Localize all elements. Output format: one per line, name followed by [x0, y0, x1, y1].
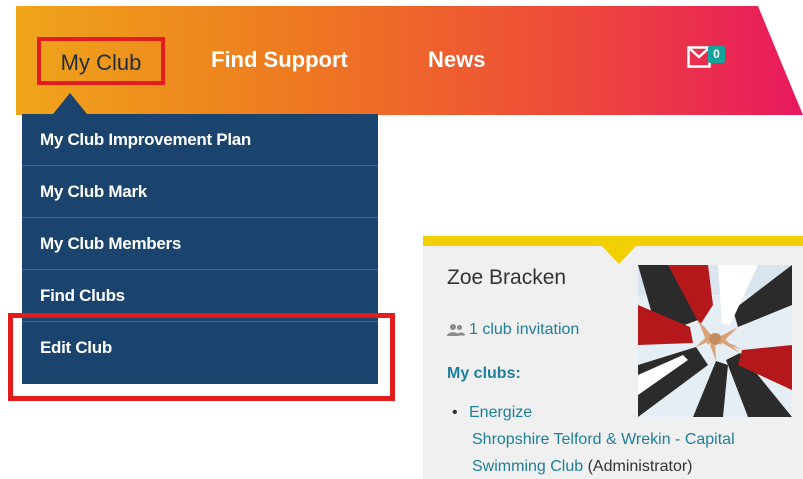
menu-item-club-mark[interactable]: My Club Mark	[22, 166, 378, 218]
club-role: (Administrator)	[587, 458, 693, 475]
nav-find-support[interactable]: Find Support	[211, 36, 348, 84]
profile-name: Zoe Bracken	[447, 266, 567, 289]
users-icon	[447, 324, 465, 336]
club-link-line2[interactable]: Shropshire Telford & Wrekin - Capital	[472, 426, 735, 453]
list-bullet: •	[452, 404, 458, 421]
nav-my-club[interactable]: My Club	[37, 37, 165, 85]
my-clubs-heading: My clubs:	[447, 365, 521, 382]
menu-item-club-members[interactable]: My Club Members	[22, 218, 378, 270]
club-invitation-label: 1 club invitation	[469, 321, 580, 338]
dropdown-caret	[53, 93, 87, 114]
profile-avatar	[638, 265, 792, 417]
message-count-badge: 0	[708, 46, 725, 63]
club-invitation-link[interactable]: 1 club invitation	[447, 321, 579, 339]
team-huddle-image	[638, 265, 792, 417]
nav-news[interactable]: News	[428, 36, 485, 84]
club-link-line3[interactable]: Swimming Club	[472, 458, 583, 475]
profile-card-notch	[602, 246, 636, 264]
menu-item-improvement-plan[interactable]: My Club Improvement Plan	[22, 114, 378, 166]
club-link-line3-row: Swimming Club (Administrator)	[472, 453, 693, 479]
edit-club-highlight-box	[8, 313, 395, 401]
club-link-line1[interactable]: Energize	[469, 399, 532, 426]
messages-button[interactable]: 0	[687, 46, 727, 72]
